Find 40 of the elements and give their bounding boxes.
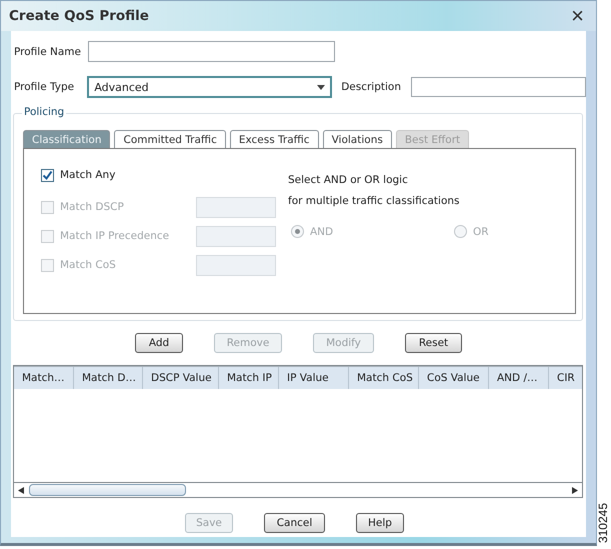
action-button[interactable]: Add xyxy=(135,333,183,353)
input-field[interactable] xyxy=(411,77,586,97)
action-button[interactable]: Reset xyxy=(405,333,462,353)
checkbox-label: Match CoS xyxy=(60,259,117,271)
window-title: Create QoS Profile xyxy=(9,8,149,24)
column-header[interactable]: AND /… xyxy=(489,367,549,389)
input-field[interactable] xyxy=(88,41,335,62)
column-header[interactable]: Match IP xyxy=(219,367,279,389)
column-header[interactable]: CIR xyxy=(549,367,582,389)
caret-icon xyxy=(317,84,326,90)
checkbox[interactable] xyxy=(41,168,54,182)
column-header[interactable]: IP Value xyxy=(279,367,349,389)
scroll-thumb[interactable] xyxy=(29,484,186,496)
horizontal-scrollbar[interactable] xyxy=(14,482,582,497)
tab[interactable]: Committed Traffic xyxy=(114,130,226,148)
field-label: Profile Type xyxy=(13,81,76,93)
radio-label: AND xyxy=(310,226,334,238)
field-label: Profile Name xyxy=(13,46,82,58)
field-label: Description xyxy=(340,81,401,93)
figure-number: 310245 xyxy=(596,502,610,543)
tab[interactable]: Violations xyxy=(322,130,392,148)
scroll-right-icon[interactable] xyxy=(572,486,578,494)
footer-button[interactable]: Cancel xyxy=(264,513,325,533)
dropdown[interactable]: Advanced xyxy=(87,76,332,98)
checkbox-label: Match IP Precedence xyxy=(60,230,170,242)
group-legend: Policing xyxy=(22,106,66,118)
radio-label: OR xyxy=(473,226,489,238)
column-header[interactable]: CoS Value xyxy=(419,367,489,389)
close-button[interactable]: × xyxy=(571,5,584,27)
hint-text: Select AND or OR logic xyxy=(288,174,409,188)
column-header[interactable]: Match CoS xyxy=(349,367,419,389)
hint-text: for multiple traffic classifications xyxy=(288,195,461,209)
column-header[interactable]: DSCP Value xyxy=(143,367,219,389)
column-header[interactable]: Match D… xyxy=(74,367,143,389)
scroll-left-icon[interactable] xyxy=(18,486,24,494)
column-header[interactable]: Match… xyxy=(14,367,74,389)
checkbox-label: Match DSCP xyxy=(60,201,125,213)
footer-button[interactable]: Help xyxy=(356,513,404,533)
tab[interactable]: Excess Traffic xyxy=(230,130,319,148)
checkbox-label: Match Any xyxy=(60,169,116,181)
